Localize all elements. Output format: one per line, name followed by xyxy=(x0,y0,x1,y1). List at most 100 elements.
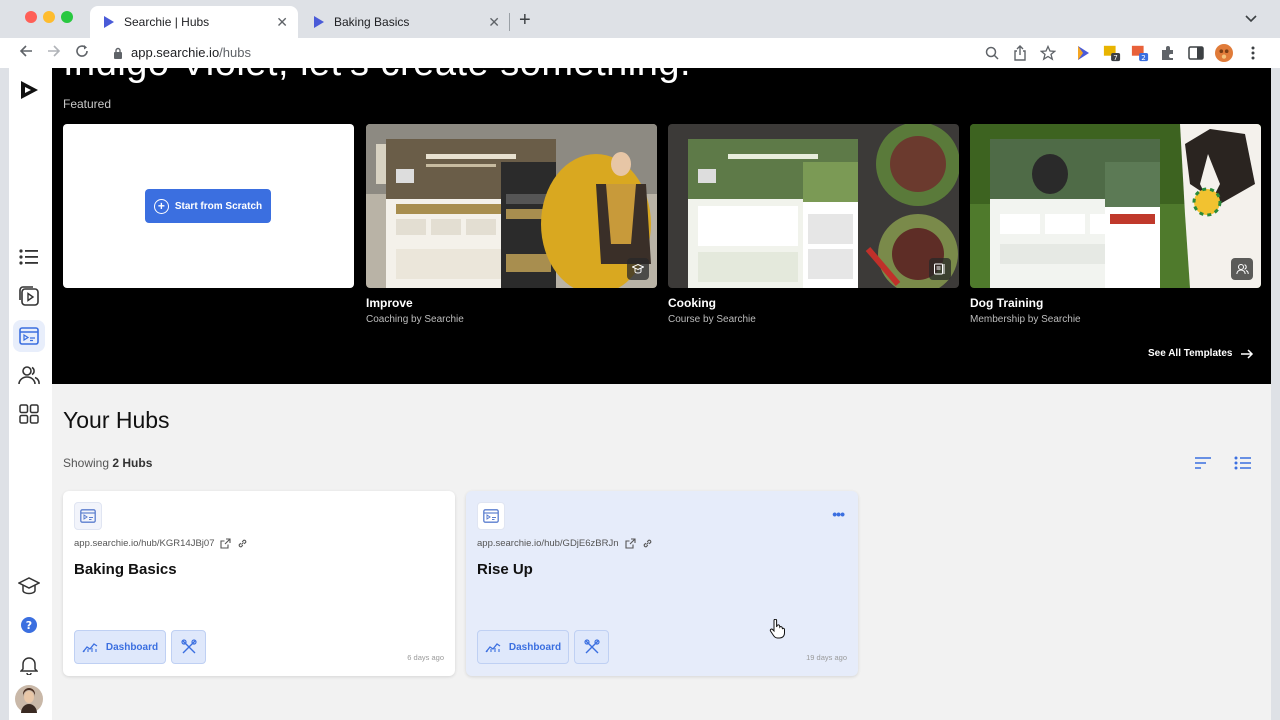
template-card-cooking[interactable] xyxy=(668,124,959,288)
window-maximize-button[interactable] xyxy=(61,11,73,23)
browser-tab-baking-basics[interactable]: Baking Basics ✕ xyxy=(300,6,510,38)
apps-grid-icon[interactable] xyxy=(17,402,41,426)
browser-tab-searchie-hubs[interactable]: Searchie | Hubs ✕ xyxy=(90,6,298,38)
hub-type-icon xyxy=(74,502,102,530)
hub-updated-time: 6 days ago xyxy=(407,653,444,662)
dashboard-button[interactable]: Dashboard xyxy=(74,630,166,664)
help-question-icon[interactable]: ? xyxy=(17,613,41,637)
hub-url: app.searchie.io/hub/GDjE6zBRJn xyxy=(477,538,653,549)
hub-name[interactable]: Rise Up xyxy=(477,561,533,578)
share-icon[interactable] xyxy=(1011,44,1029,62)
hub-updated-time: 19 days ago xyxy=(806,653,847,662)
your-hubs-heading: Your Hubs xyxy=(63,407,170,433)
hub-name[interactable]: Baking Basics xyxy=(74,561,177,578)
tab-search-chevron-icon[interactable] xyxy=(1245,12,1257,26)
tools-wrench-icon xyxy=(583,639,600,654)
template-preview-image xyxy=(366,124,657,288)
bookmark-star-icon[interactable] xyxy=(1039,44,1057,62)
external-link-icon[interactable] xyxy=(220,538,232,549)
hub-url: app.searchie.io/hub/KGR14JBj07 xyxy=(74,538,248,549)
notifications-bell-icon[interactable] xyxy=(17,653,41,677)
template-subtitle: Course by Searchie xyxy=(668,314,756,325)
hub-type-icon xyxy=(477,502,505,530)
see-all-label: See All Templates xyxy=(1148,348,1233,359)
template-subtitle: Coaching by Searchie xyxy=(366,314,464,325)
browser-menu-icon[interactable] xyxy=(1244,44,1262,62)
browser-tab-bar: Searchie | Hubs ✕ Baking Basics ✕ + xyxy=(0,0,1280,38)
featured-hero: Indigo Violet, let’s create something. F… xyxy=(52,68,1271,384)
svg-text:7: 7 xyxy=(1113,53,1118,62)
external-link-icon[interactable] xyxy=(624,538,636,549)
academy-graduation-cap-icon[interactable] xyxy=(17,574,41,598)
template-title: Dog Training xyxy=(970,296,1044,310)
hub-settings-button[interactable] xyxy=(574,630,609,664)
back-arrow-icon[interactable] xyxy=(19,44,33,62)
more-options-icon[interactable]: ••• xyxy=(832,506,845,522)
url-field[interactable]: app.searchie.io/hubs xyxy=(113,45,251,60)
extensions-puzzle-icon[interactable] xyxy=(1159,44,1177,62)
template-title: Improve xyxy=(366,296,413,310)
browser-toolbar: app.searchie.io/hubs 7 2 xyxy=(0,38,1280,68)
lock-icon xyxy=(114,47,122,59)
analytics-chart-icon xyxy=(82,643,98,653)
tab-separator xyxy=(509,13,510,31)
searchie-favicon-icon xyxy=(104,16,114,28)
see-all-templates-link[interactable]: See All Templates xyxy=(1148,348,1254,359)
side-panel-icon[interactable] xyxy=(1187,44,1205,62)
media-player-icon[interactable] xyxy=(17,284,41,308)
dashboard-label: Dashboard xyxy=(508,641,562,653)
template-subtitle: Membership by Searchie xyxy=(970,314,1081,325)
close-tab-icon[interactable]: ✕ xyxy=(276,14,288,31)
extension-tasks-icon[interactable]: 2 xyxy=(1131,44,1149,62)
hubs-section: Your Hubs Showing 2 Hubs app.searchie.io… xyxy=(52,384,1271,720)
new-tab-button[interactable]: + xyxy=(519,9,531,32)
user-avatar[interactable] xyxy=(15,685,43,713)
lesson-icon xyxy=(929,258,951,280)
svg-text:2: 2 xyxy=(1141,53,1146,62)
profile-avatar[interactable] xyxy=(1215,44,1233,62)
showing-prefix: Showing xyxy=(63,456,110,470)
close-tab-icon[interactable]: ✕ xyxy=(488,14,500,31)
hub-settings-button[interactable] xyxy=(171,630,206,664)
template-card-dog-training[interactable] xyxy=(970,124,1261,288)
dashboard-button[interactable]: Dashboard xyxy=(477,630,569,664)
hub-card-rise-up[interactable]: ••• app.searchie.io/hub/GDjE6zBRJn Rise … xyxy=(466,491,858,676)
window-minimize-button[interactable] xyxy=(43,11,55,23)
dashboard-label: Dashboard xyxy=(105,641,159,653)
hub-url-text: app.searchie.io/hub/GDjE6zBRJn xyxy=(477,538,619,549)
reload-icon[interactable] xyxy=(75,44,89,62)
tab-title: Baking Basics xyxy=(334,15,410,29)
hubs-nav-icon[interactable] xyxy=(13,320,45,352)
searchie-extension-icon[interactable] xyxy=(1074,44,1092,62)
copy-link-icon[interactable] xyxy=(642,538,653,549)
template-preview-image xyxy=(970,124,1261,288)
template-title: Cooking xyxy=(668,296,716,310)
list-view-icon[interactable] xyxy=(1234,456,1252,470)
sort-icon[interactable] xyxy=(1194,456,1212,470)
hub-url-text: app.searchie.io/hub/KGR14JBj07 xyxy=(74,538,215,549)
window-edge xyxy=(1271,68,1280,720)
showing-count: 2 Hubs xyxy=(112,456,153,470)
copy-link-icon[interactable] xyxy=(237,538,248,549)
hub-card-baking-basics[interactable]: app.searchie.io/hub/KGR14JBj07 Baking Ba… xyxy=(63,491,455,676)
audience-users-icon[interactable] xyxy=(17,363,41,387)
window-close-button[interactable] xyxy=(25,11,37,23)
hub-count-text: Showing 2 Hubs xyxy=(63,456,152,470)
library-list-icon[interactable] xyxy=(17,245,41,269)
start-from-scratch-button[interactable]: + Start from Scratch xyxy=(145,189,271,223)
members-icon xyxy=(1231,258,1253,280)
svg-text:?: ? xyxy=(26,619,32,632)
searchie-logo-icon[interactable] xyxy=(17,78,41,102)
featured-label: Featured xyxy=(63,97,112,111)
app-sidebar: ? xyxy=(9,68,52,720)
zoom-icon[interactable] xyxy=(983,44,1001,62)
tab-title: Searchie | Hubs xyxy=(124,15,210,29)
forward-arrow-icon[interactable] xyxy=(47,44,61,62)
extension-notes-icon[interactable]: 7 xyxy=(1103,44,1121,62)
analytics-chart-icon xyxy=(485,643,501,653)
arrow-right-icon xyxy=(1241,348,1254,359)
url-host: app.searchie.io xyxy=(131,45,220,60)
template-card-improve[interactable] xyxy=(366,124,657,288)
start-from-scratch-card[interactable]: + Start from Scratch xyxy=(63,124,354,288)
template-preview-image xyxy=(668,124,959,288)
